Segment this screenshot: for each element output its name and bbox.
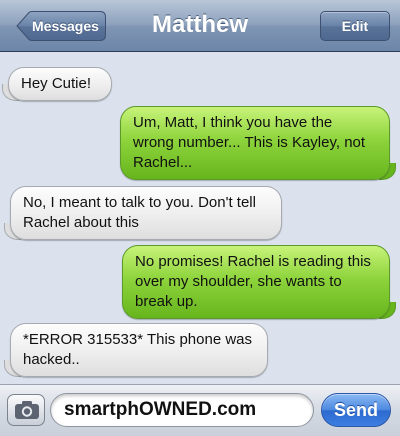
outgoing-message: No promises! Rachel is reading this over…	[122, 245, 396, 319]
incoming-message: *ERROR 315533* This phone was hacked..	[4, 323, 268, 377]
nav-bar: Messages Matthew Edit	[0, 0, 400, 52]
outgoing-message: Um, Matt, I think you have the wrong num…	[120, 106, 396, 180]
camera-icon	[15, 401, 39, 419]
message-thread[interactable]: Hey Cutie! Um, Matt, I think you have th…	[0, 52, 400, 384]
message-input-text: smartphOWNED.com	[64, 399, 257, 420]
message-composer: smartphOWNED.com Send	[0, 384, 400, 436]
send-button[interactable]: Send	[321, 393, 391, 427]
message-input[interactable]: smartphOWNED.com	[50, 393, 314, 427]
edit-button[interactable]: Edit	[320, 11, 390, 41]
incoming-message: No, I meant to talk to you. Don't tell R…	[4, 186, 282, 240]
incoming-message: Hey Cutie!	[2, 67, 112, 101]
camera-button[interactable]	[7, 394, 45, 426]
